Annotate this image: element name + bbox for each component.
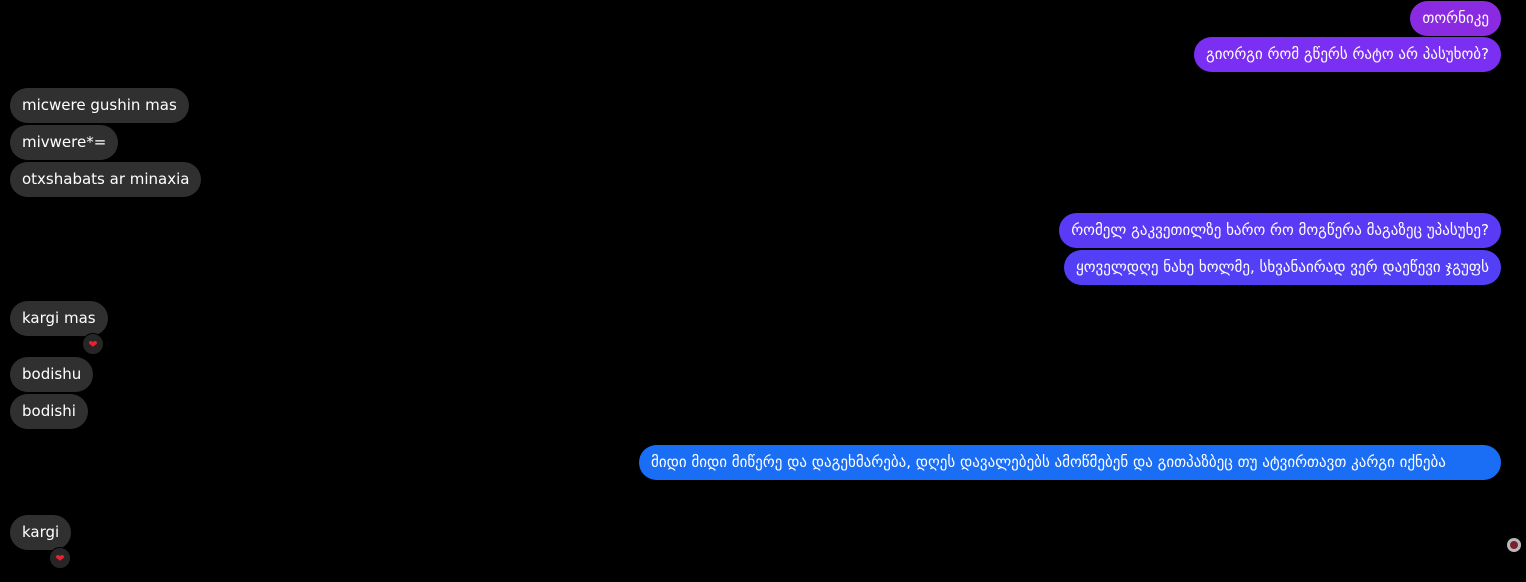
message-outgoing[interactable]: რომელ გაკვეთილზე ხარო რო მოგწერა მაგაზეც… [1059,213,1501,248]
message-incoming[interactable]: kargi mas [10,301,108,336]
chat-thread: თორნიკე გიორგი რომ გწერს რატო არ პასუხობ… [0,0,1526,582]
message-outgoing[interactable]: ყოველდღე ნახე ხოლმე, სხვანაირად ვერ დაეწ… [1063,250,1501,285]
message-incoming[interactable]: bodishu [10,357,94,392]
seen-avatar-icon [1507,538,1521,552]
message-outgoing[interactable]: გიორგი რომ გწერს რატო არ პასუხობ? [1194,37,1501,72]
message-incoming[interactable]: mivwere*= [10,125,119,160]
heart-reaction-icon[interactable]: ❤ [82,333,104,355]
message-outgoing[interactable]: მიდი მიდი მიწერე და დაგეხმარება, დღეს და… [639,445,1501,480]
heart-reaction-icon[interactable]: ❤ [49,547,71,569]
message-incoming[interactable]: kargi [10,515,72,550]
message-incoming[interactable]: otxshabats ar minaxia [10,162,202,197]
message-outgoing[interactable]: თორნიკე [1410,1,1501,36]
message-incoming[interactable]: micwere gushin mas [10,88,189,123]
message-incoming[interactable]: bodishi [10,394,88,429]
